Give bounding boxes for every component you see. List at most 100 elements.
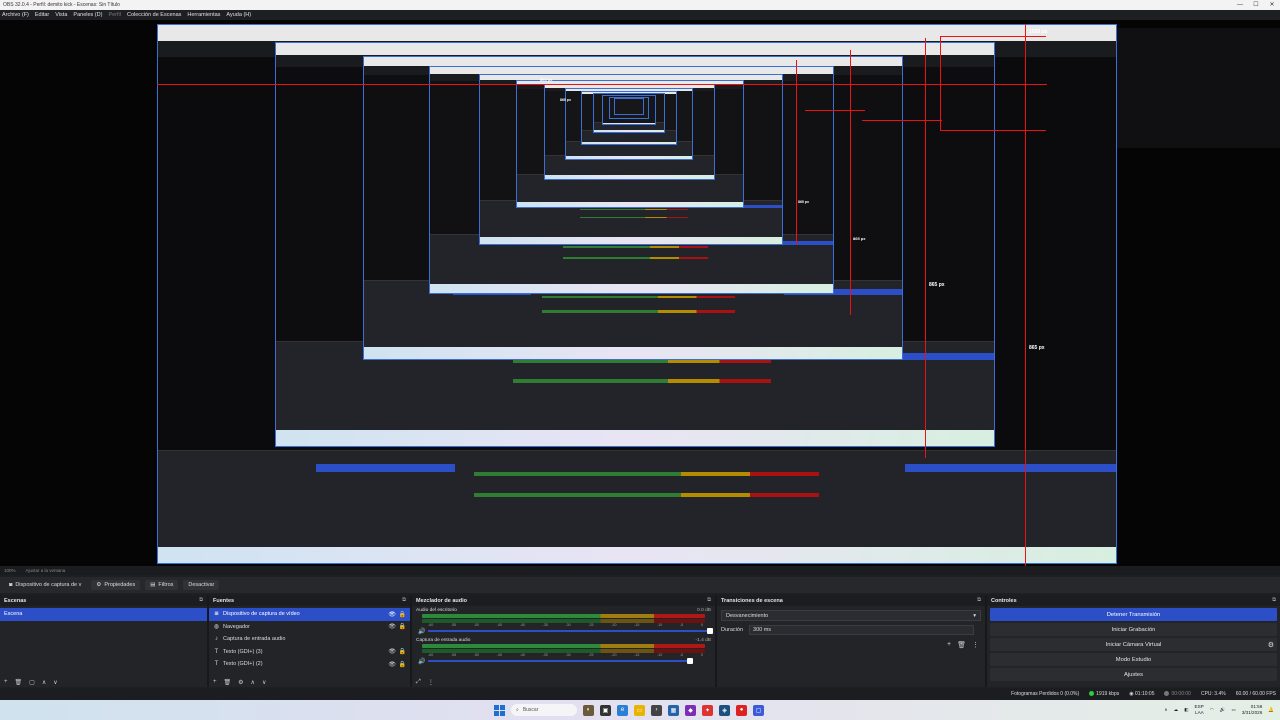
menu-profile[interactable]: Perfil: [108, 12, 121, 18]
deactivate-button[interactable]: Desactivar: [183, 580, 220, 590]
stop-streaming-button[interactable]: Detener Transmisión: [990, 608, 1277, 621]
app-tray-icon[interactable]: ◧: [1184, 707, 1188, 713]
trash-icon[interactable]: 🗑: [15, 679, 23, 686]
app-icon[interactable]: ◈: [719, 704, 730, 716]
settings-button[interactable]: Ajustes: [990, 668, 1277, 681]
battery-icon[interactable]: ▭: [1231, 707, 1235, 713]
more-icon[interactable]: ⋮: [428, 679, 434, 686]
more-icon[interactable]: ⋮: [972, 641, 979, 649]
speaker-icon[interactable]: 🔊: [418, 658, 425, 665]
minimize-button[interactable]: —: [1232, 0, 1248, 10]
lock-icon[interactable]: 🔒: [399, 623, 406, 630]
maximize-button[interactable]: ☐: [1248, 0, 1264, 10]
record-time: 00:00:00: [1171, 691, 1191, 697]
bitrate-dot: [1089, 691, 1095, 697]
app-icon[interactable]: ▢: [753, 704, 764, 716]
obs-icon[interactable]: ●: [736, 704, 747, 716]
file-explorer-icon[interactable]: ▭: [634, 704, 645, 716]
widgets-icon[interactable]: ◐: [583, 704, 594, 716]
menu-docks[interactable]: Paneles (D): [73, 12, 102, 18]
menu-view[interactable]: Vista: [55, 12, 67, 18]
undock-icon[interactable]: ⧉: [977, 597, 981, 604]
start-virtual-camera-button[interactable]: Iniciar Cámara Virtual ⚙: [990, 638, 1277, 651]
undock-icon[interactable]: ⧉: [199, 597, 203, 604]
eye-icon[interactable]: 👁: [388, 623, 396, 630]
meter-tick: -15: [634, 653, 640, 657]
bitrate-value: 1919 kbps: [1096, 691, 1120, 697]
language-indicator[interactable]: ESP LAA: [1195, 704, 1204, 716]
start-recording-button[interactable]: Iniciar Grabación: [990, 623, 1277, 636]
source-item[interactable]: T Texto (GDI+) (2) 👁 🔒: [209, 658, 410, 671]
edge-icon[interactable]: e: [617, 704, 628, 716]
undock-icon[interactable]: ⧉: [707, 597, 711, 604]
menu-edit[interactable]: Editar: [35, 12, 49, 18]
arrow-down-icon[interactable]: ∨: [262, 679, 266, 686]
source-item[interactable]: T Texto (GDI+) (3) 👁 🔒: [209, 646, 410, 659]
px-label: 865 px: [540, 77, 553, 82]
clock[interactable]: 01:56 3/31/2026: [1242, 704, 1262, 716]
lock-icon[interactable]: 🔒: [399, 648, 406, 655]
source-item[interactable]: ◍ Navegador 👁 🔒: [209, 621, 410, 634]
arrow-up-icon[interactable]: ∧: [42, 679, 46, 686]
menu-help[interactable]: Ayuda (H): [226, 12, 251, 18]
duration-input[interactable]: 300 ms: [749, 625, 975, 635]
terminal-icon[interactable]: ›: [651, 704, 662, 716]
text-icon: T: [214, 648, 219, 655]
fit-to-window[interactable]: Ajustar a la ventana: [26, 568, 66, 573]
speaker-icon[interactable]: 🔊: [418, 628, 425, 635]
windows-start-icon[interactable]: [494, 704, 505, 716]
volume-slider[interactable]: [428, 628, 713, 634]
transitions-header: Transiciones de escena ⧉: [717, 595, 985, 606]
notification-icon[interactable]: 🔔: [1268, 707, 1274, 713]
preview-canvas[interactable]: 1920 px 865 px 865 px 865 px 865 px 865 …: [0, 20, 1280, 566]
trash-icon[interactable]: 🗑: [224, 679, 232, 686]
gear-icon[interactable]: ⚙: [238, 679, 243, 686]
undock-icon[interactable]: ⧉: [402, 597, 406, 604]
lang-label: ESP: [1194, 704, 1204, 709]
eye-icon[interactable]: 👁: [388, 661, 396, 668]
add-icon[interactable]: +: [947, 641, 951, 649]
volume-icon[interactable]: 🔊: [1220, 707, 1226, 713]
volume-knob[interactable]: [687, 658, 693, 664]
source-item[interactable]: ◙ Dispositivo de captura de vídeo 👁 🔒: [209, 608, 410, 621]
menu-scene-collection[interactable]: Colección de Escenas: [127, 12, 181, 18]
source-item[interactable]: ♪ Captura de entrada audio: [209, 633, 410, 646]
menu-file[interactable]: Archivo (F): [2, 12, 29, 18]
lock-icon[interactable]: 🔒: [399, 611, 406, 618]
task-view-icon[interactable]: ▣: [600, 704, 611, 716]
trash-icon[interactable]: 🗑: [957, 641, 966, 649]
app-icon[interactable]: ◆: [685, 704, 696, 716]
undock-icon[interactable]: ⧉: [1272, 597, 1276, 604]
filter-icon[interactable]: ▢: [29, 679, 35, 686]
source-item-label: Texto (GDI+) (3): [223, 648, 263, 655]
guide-line-step-2: [805, 110, 865, 111]
wifi-icon[interactable]: ◠: [1210, 707, 1214, 713]
chevron-up-icon[interactable]: ∧: [1164, 707, 1167, 713]
app-icon[interactable]: ✦: [702, 704, 713, 716]
app-icon[interactable]: ▦: [668, 704, 679, 716]
studio-mode-button[interactable]: Modo Estudio: [990, 653, 1277, 666]
lock-icon[interactable]: 🔒: [399, 661, 406, 668]
eye-icon[interactable]: 👁: [388, 611, 396, 618]
filters-button[interactable]: ▤ Filtros: [145, 580, 179, 590]
eye-icon[interactable]: 👁: [388, 648, 396, 655]
arrow-up-icon[interactable]: ∧: [251, 679, 255, 686]
add-icon[interactable]: +: [4, 679, 8, 685]
meter-tick: -5: [679, 623, 684, 627]
volume-slider[interactable]: [428, 658, 693, 664]
cloud-icon[interactable]: ☁: [1174, 707, 1179, 713]
properties-button[interactable]: ⚙ Propiedades: [91, 580, 141, 590]
meter-tick: -25: [588, 623, 594, 627]
link-icon[interactable]: ⤢: [416, 679, 421, 686]
arrow-down-icon[interactable]: ∨: [53, 679, 57, 686]
gear-icon[interactable]: ⚙: [1268, 641, 1274, 649]
volume-knob[interactable]: [707, 628, 713, 634]
menu-tools[interactable]: Herramientas: [187, 12, 220, 18]
meter-tick: -55: [450, 623, 457, 627]
add-icon[interactable]: +: [213, 679, 217, 685]
taskbar-search[interactable]: ⌕ Buscar: [511, 704, 577, 716]
zoom-level[interactable]: 100%: [4, 568, 16, 573]
close-button[interactable]: ✕: [1264, 0, 1280, 10]
scene-item[interactable]: Escena: [0, 608, 207, 621]
transition-select[interactable]: Desvanecimiento ▾: [721, 610, 981, 621]
